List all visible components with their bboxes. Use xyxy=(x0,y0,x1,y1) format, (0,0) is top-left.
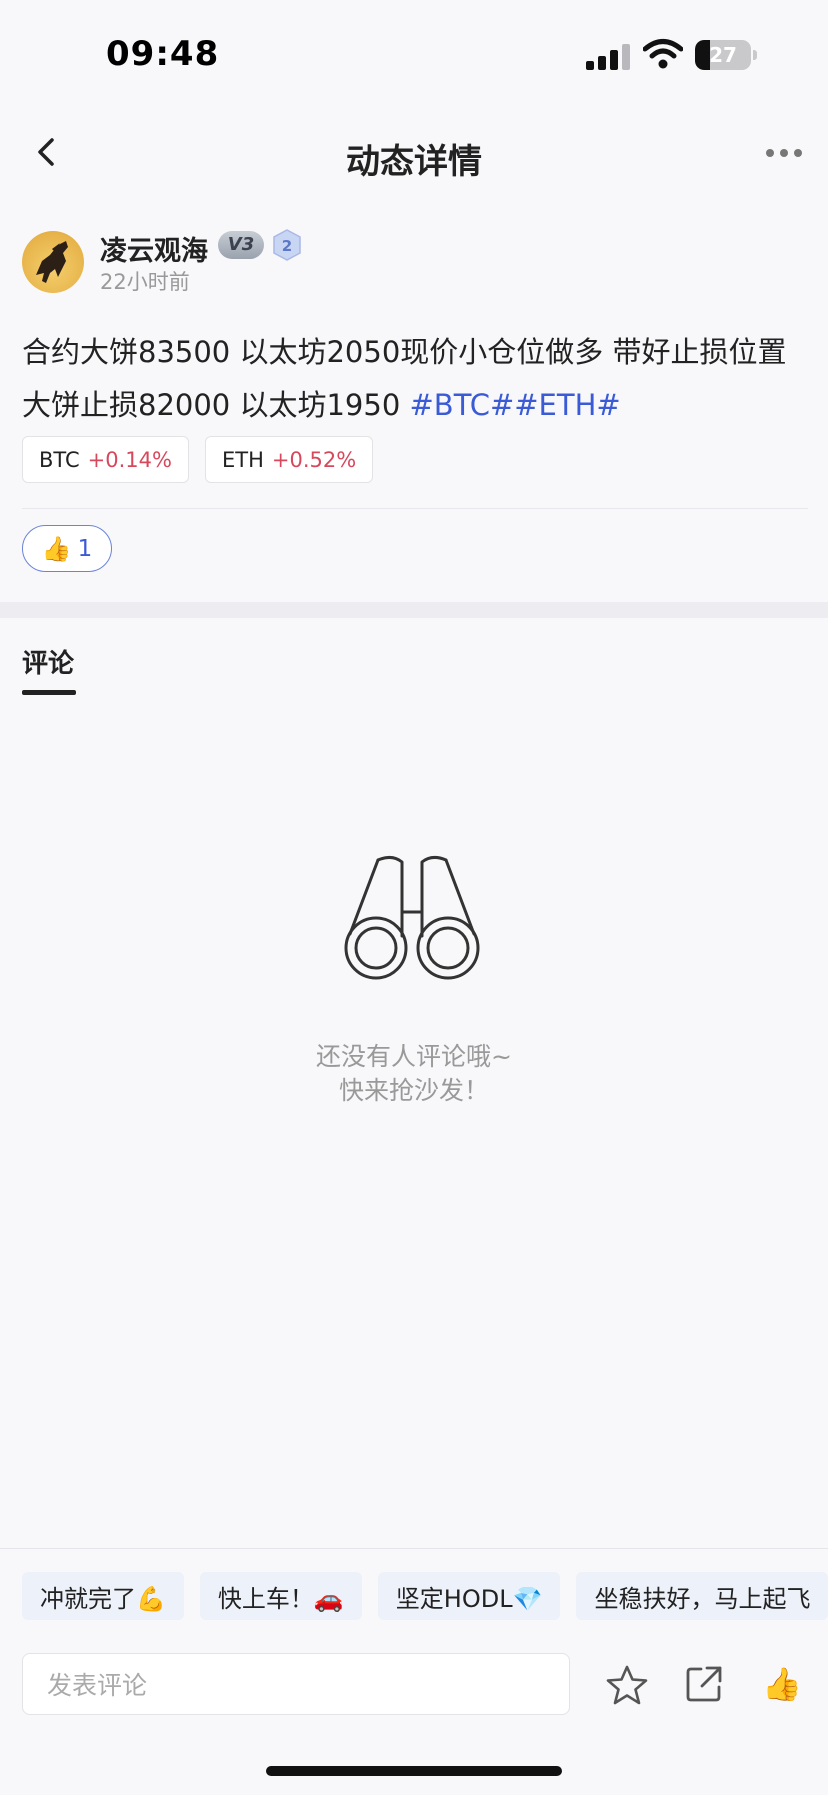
star-icon[interactable] xyxy=(606,1664,648,1706)
tab-comments[interactable]: 评论 xyxy=(22,643,74,680)
ticker-symbol: BTC xyxy=(39,447,80,472)
post-hashtags[interactable]: #BTC##ETH# xyxy=(410,388,621,422)
rank-badge: 2 xyxy=(273,229,301,261)
battery-icon: 27 xyxy=(695,40,757,70)
post-detail-page: 09:48 27 动态详情 凌云观海 V3 2 22小时前 合约大饼83500 … xyxy=(0,0,828,1795)
thumbs-up-icon: 👍 xyxy=(41,534,72,563)
section-separator xyxy=(0,602,828,618)
comment-input[interactable]: 发表评论 xyxy=(22,1653,570,1715)
rank-value: 2 xyxy=(282,237,292,255)
ticker-change: +0.52% xyxy=(271,447,357,472)
quick-reply-chip[interactable]: 快上车！🚗 xyxy=(199,1572,362,1620)
like-count: 1 xyxy=(77,535,93,562)
ticker-change: +0.14% xyxy=(87,447,172,472)
more-icon[interactable] xyxy=(764,138,804,168)
empty-message-line1: 还没有人评论哦~ xyxy=(316,1042,512,1071)
quick-reply-chip[interactable]: 冲就完了💪 xyxy=(22,1572,184,1620)
empty-comments-message: 还没有人评论哦~ 快来抢沙发！ xyxy=(0,1040,828,1108)
author-name[interactable]: 凌云观海 xyxy=(100,229,208,268)
avatar[interactable] xyxy=(22,231,84,293)
empty-message-line2: 快来抢沙发！ xyxy=(338,1076,489,1105)
status-bar: 09:48 27 xyxy=(0,0,828,110)
ticker-chip-eth[interactable]: ETH +0.52% xyxy=(204,436,374,483)
quick-reply-bar: 冲就完了💪 快上车！🚗 坚定HODL💎 坐稳扶好，马上起飞 xyxy=(22,1572,828,1620)
thumbs-up-icon[interactable]: 👍 xyxy=(762,1664,802,1704)
bottom-divider xyxy=(0,1548,828,1549)
battery-percent: 27 xyxy=(709,43,737,67)
post-text: 合约大饼83500 以太坊2050现价小仓位做多 带好止损位置 大饼止损8200… xyxy=(22,335,787,422)
status-time: 09:48 xyxy=(106,34,220,74)
like-reaction-button[interactable]: 👍 1 xyxy=(22,525,112,572)
wifi-icon xyxy=(643,39,683,69)
post-time: 22小时前 xyxy=(100,270,190,294)
share-icon[interactable] xyxy=(684,1664,724,1704)
nav-bar: 动态详情 xyxy=(0,110,828,200)
ticker-chip-btc[interactable]: BTC +0.14% xyxy=(22,436,189,483)
page-title: 动态详情 xyxy=(346,142,482,182)
quick-reply-chip[interactable]: 坐稳扶好，马上起飞 xyxy=(576,1572,828,1620)
horse-avatar-image xyxy=(36,241,68,283)
binoculars-icon xyxy=(344,855,480,980)
tab-active-indicator xyxy=(22,690,76,695)
cellular-signal-icon xyxy=(586,44,630,70)
quick-reply-chip[interactable]: 坚定HODL💎 xyxy=(377,1572,561,1620)
vip-level-badge: V3 xyxy=(218,231,264,259)
post-content: 合约大饼83500 以太坊2050现价小仓位做多 带好止损位置 大饼止损8200… xyxy=(22,326,808,432)
related-tickers: BTC +0.14% ETH +0.52% xyxy=(22,436,374,484)
content-divider xyxy=(22,508,808,509)
home-indicator xyxy=(266,1766,562,1776)
ticker-symbol: ETH xyxy=(221,447,264,472)
